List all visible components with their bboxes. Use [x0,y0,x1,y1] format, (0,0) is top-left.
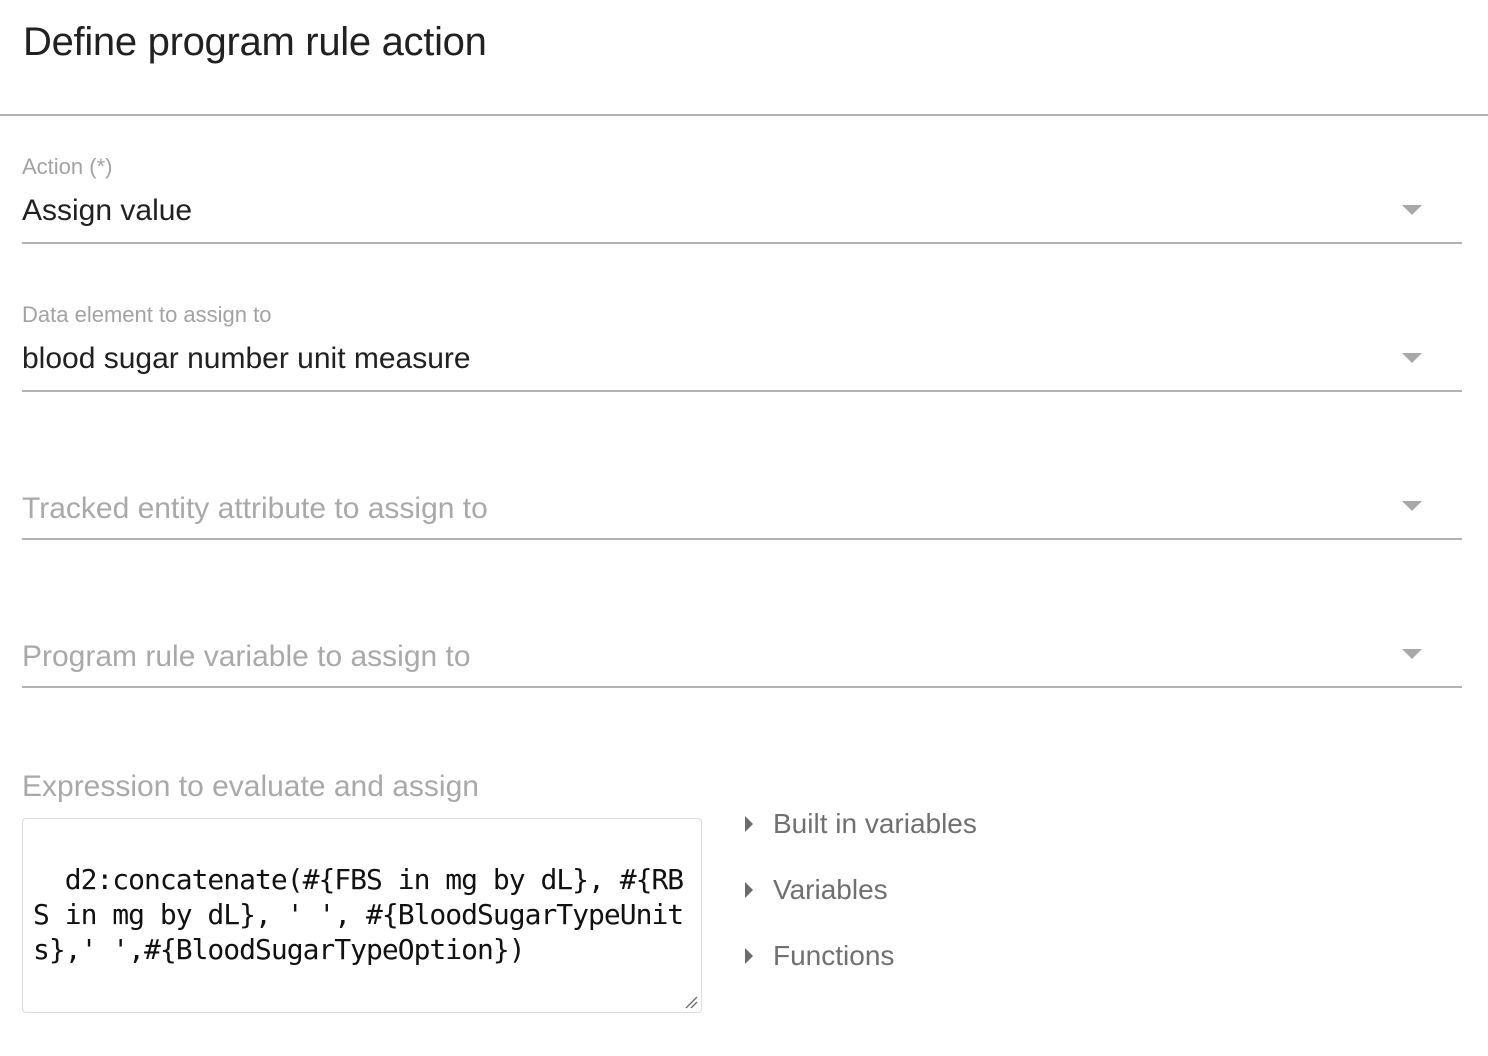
helper-functions[interactable]: Functions [745,940,894,972]
helper-variables[interactable]: Variables [745,874,888,906]
helper-built-in-variables[interactable]: Built in variables [745,808,977,840]
title-divider [0,114,1488,116]
resize-handle-icon[interactable] [684,995,698,1009]
program-rule-variable-placeholder: Program rule variable to assign to [22,640,471,673]
data-element-value: blood sugar number unit measure [22,342,471,375]
caret-right-icon [745,816,753,832]
program-rule-variable-select[interactable]: Program rule variable to assign to [22,594,1462,690]
chevron-down-icon[interactable] [1402,649,1422,659]
expression-textarea[interactable]: d2:concatenate(#{FBS in mg by dL}, #{RBS… [22,818,702,1013]
action-select[interactable]: Action (*) Assign value [22,150,1462,246]
chevron-down-icon[interactable] [1402,501,1422,511]
action-underline [22,242,1462,244]
action-value: Assign value [22,194,193,227]
program-rule-variable-underline [22,686,1462,688]
tracked-entity-attribute-select[interactable]: Tracked entity attribute to assign to [22,446,1462,542]
tracked-entity-attribute-underline [22,538,1462,540]
data-element-select[interactable]: Data element to assign to blood sugar nu… [22,298,1462,394]
data-element-label: Data element to assign to [22,302,272,327]
helper-label: Functions [773,940,895,971]
expression-label: Expression to evaluate and assign [22,770,479,803]
caret-right-icon [745,882,753,898]
helper-label: Variables [773,874,888,905]
chevron-down-icon[interactable] [1402,353,1422,363]
expression-value: d2:concatenate(#{FBS in mg by dL}, #{RBS… [33,863,684,966]
action-label: Action (*) [22,154,113,179]
tracked-entity-attribute-placeholder: Tracked entity attribute to assign to [22,492,488,525]
chevron-down-icon[interactable] [1402,205,1422,215]
helper-label: Built in variables [773,808,977,839]
page-title: Define program rule action [23,20,487,64]
caret-right-icon [745,948,753,964]
data-element-underline [22,390,1462,392]
